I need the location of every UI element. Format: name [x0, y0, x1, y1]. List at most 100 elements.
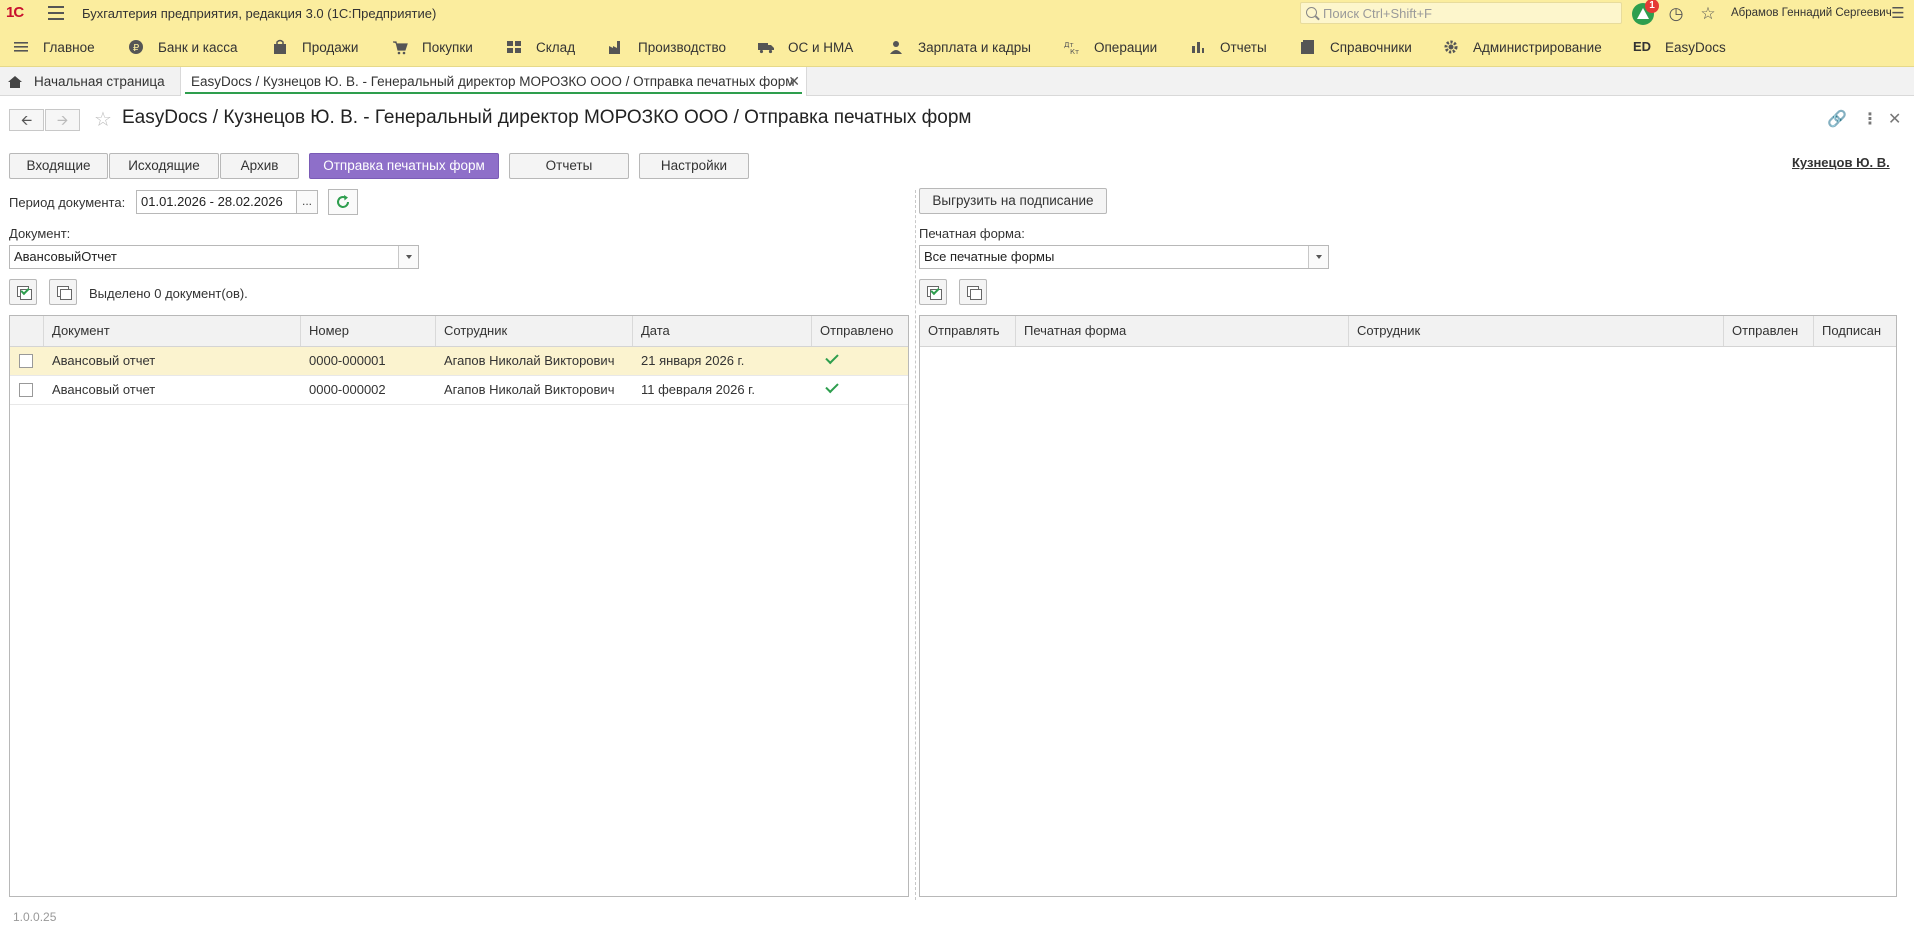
deselect-all-button[interactable]	[49, 279, 77, 305]
archive-button[interactable]: Архив	[220, 153, 299, 179]
documents-table: Документ Номер Сотрудник Дата Отправлено…	[9, 315, 909, 897]
settings-button[interactable]: Настройки	[639, 153, 749, 179]
link-icon[interactable]: 🔗	[1827, 109, 1847, 129]
refresh-button[interactable]	[328, 189, 358, 215]
incoming-button[interactable]: Входящие	[9, 153, 108, 179]
section-production[interactable]: Производство	[608, 37, 726, 57]
section-operations[interactable]: Дт Кт Операции	[1064, 37, 1157, 57]
section-fixed-assets[interactable]: ОС и НМА	[758, 37, 853, 57]
notifications-icon[interactable]: 1	[1632, 0, 1659, 25]
main-menu-icon[interactable]	[48, 6, 64, 20]
cell-document: Авансовый отчет	[52, 353, 156, 368]
cell-number: 0000-000002	[309, 382, 386, 397]
section-label: Администрирование	[1473, 39, 1602, 55]
period-input[interactable]: 01.01.2026 - 28.02.2026	[136, 190, 297, 214]
search-icon	[1306, 7, 1317, 18]
ruble-icon: ₽	[128, 39, 144, 55]
section-label: Отчеты	[1220, 39, 1267, 55]
panel-splitter[interactable]	[915, 190, 916, 900]
open-windows-bar: Начальная страница EasyDocs / Кузнецов Ю…	[0, 67, 1914, 96]
more-actions-icon[interactable]: ⋮	[1862, 109, 1878, 129]
chevron-down-icon[interactable]	[398, 246, 418, 268]
bar-chart-icon	[1190, 39, 1206, 55]
column-header[interactable]: Печатная форма	[1016, 316, 1349, 346]
column-header[interactable]: Сотрудник	[1349, 316, 1724, 346]
forward-button[interactable]: 🡪	[45, 109, 80, 131]
close-form-icon[interactable]: ✕	[1888, 109, 1901, 129]
person-icon	[888, 39, 904, 55]
section-label: EasyDocs	[1665, 39, 1726, 55]
select-all-forms-button[interactable]	[919, 279, 947, 305]
checkmark-icon	[825, 350, 839, 365]
column-header[interactable]: Документ	[44, 316, 301, 346]
tab-easydocs-send[interactable]: EasyDocs / Кузнецов Ю. В. - Генеральный …	[180, 67, 807, 96]
warehouse-icon	[506, 39, 522, 55]
cell-number: 0000-000001	[309, 353, 386, 368]
tab-label: EasyDocs / Кузнецов Ю. В. - Генеральный …	[191, 74, 795, 89]
column-header[interactable]: Подписан	[1814, 316, 1898, 346]
section-administration[interactable]: Администрирование	[1443, 37, 1602, 57]
column-header[interactable]: Дата	[633, 316, 812, 346]
row-checkbox[interactable]	[19, 383, 33, 397]
table-row[interactable]: Авансовый отчет 0000-000002 Агапов Никол…	[10, 376, 908, 405]
gear-icon	[1443, 39, 1459, 55]
section-main[interactable]: Главное	[13, 37, 95, 57]
column-header[interactable]: Отправлять	[920, 316, 1016, 346]
section-payroll[interactable]: Зарплата и кадры	[888, 37, 1031, 57]
search-input[interactable]: Поиск Ctrl+Shift+F	[1300, 2, 1622, 24]
close-tab-icon[interactable]: ✕	[788, 73, 800, 90]
section-purchases[interactable]: Покупки	[392, 37, 473, 57]
favorites-star-icon[interactable]: ☆	[1698, 4, 1718, 24]
form-title: EasyDocs / Кузнецов Ю. В. - Генеральный …	[122, 107, 972, 128]
cell-date: 21 января 2026 г.	[641, 353, 745, 368]
app-logo[interactable]: 1С	[6, 4, 24, 21]
section-warehouse[interactable]: Склад	[506, 37, 575, 57]
row-checkbox[interactable]	[19, 354, 33, 368]
settings-menu-icon[interactable]: ☰	[1888, 4, 1908, 24]
dt-kt-icon: Дт Кт	[1064, 39, 1080, 56]
factory-icon	[608, 39, 624, 55]
section-label: Склад	[536, 39, 576, 55]
period-select-button[interactable]: ...	[296, 190, 318, 214]
document-select[interactable]: АвансовыйОтчет	[9, 245, 419, 269]
notification-badge: 1	[1645, 0, 1659, 13]
user-link[interactable]: Кузнецов Ю. В.	[1792, 155, 1890, 170]
version-label: 1.0.0.25	[13, 910, 57, 924]
cell-sent	[812, 376, 910, 404]
app-title: Бухгалтерия предприятия, редакция 3.0 (1…	[82, 6, 437, 21]
print-form-select[interactable]: Все печатные формы	[919, 245, 1329, 269]
send-print-forms-button[interactable]: Отправка печатных форм	[309, 153, 499, 179]
column-header[interactable]: Сотрудник	[436, 316, 633, 346]
print-form-select-value: Все печатные формы	[924, 249, 1055, 264]
column-header[interactable]: Номер	[301, 316, 436, 346]
reports-button[interactable]: Отчеты	[509, 153, 629, 179]
section-directories[interactable]: Справочники	[1300, 37, 1412, 57]
tab-home[interactable]: Начальная страница	[0, 67, 165, 96]
cell-employee: Агапов Николай Викторович	[444, 382, 615, 397]
current-user[interactable]: Абрамов Геннадий Сергеевич	[1731, 7, 1892, 19]
book-icon	[1300, 39, 1316, 55]
back-button[interactable]: 🡨	[9, 109, 44, 131]
history-icon[interactable]: ◷	[1666, 4, 1686, 24]
outgoing-button[interactable]: Исходящие	[109, 153, 219, 179]
print-forms-table: Отправлять Печатная форма Сотрудник Отпр…	[919, 315, 1897, 897]
cell-sent	[812, 347, 910, 375]
select-all-button[interactable]	[9, 279, 37, 305]
section-sales[interactable]: Продажи	[272, 37, 358, 57]
tab-label: Начальная страница	[34, 74, 165, 89]
chevron-down-icon[interactable]	[1308, 246, 1328, 268]
section-bank[interactable]: ₽ Банк и касса	[128, 37, 238, 57]
deselect-all-forms-button[interactable]	[959, 279, 987, 305]
table-row[interactable]: Авансовый отчет 0000-000001 Агапов Никол…	[10, 347, 908, 376]
section-easydocs[interactable]: ED EasyDocs	[1633, 37, 1726, 57]
favorite-star-icon[interactable]: ☆	[94, 107, 112, 132]
column-header[interactable]: Отправлено	[812, 316, 910, 346]
selected-count: Выделено 0 документ(ов).	[89, 286, 248, 301]
upload-for-signing-button[interactable]: Выгрузить на подписание	[919, 188, 1107, 214]
section-reports[interactable]: Отчеты	[1190, 37, 1267, 57]
svg-text:₽: ₽	[133, 43, 140, 54]
section-label: Банк и касса	[158, 39, 238, 55]
cell-date: 11 февраля 2026 г.	[641, 382, 755, 397]
column-header[interactable]: Отправлен	[1724, 316, 1814, 346]
document-select-value: АвансовыйОтчет	[14, 249, 117, 264]
